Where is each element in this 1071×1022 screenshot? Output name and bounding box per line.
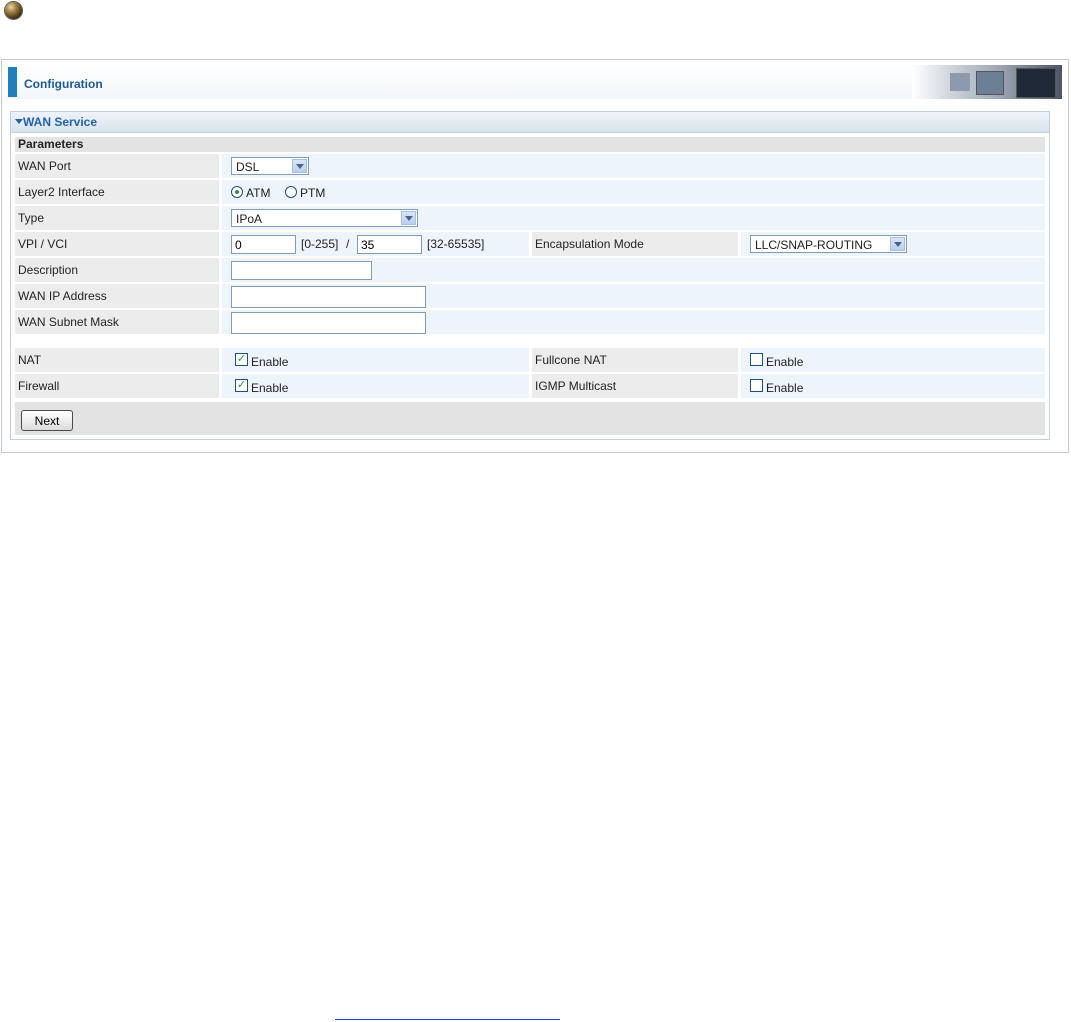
row-wan-port: WAN Port DSL (15, 154, 1045, 178)
vci-range: [32-65535] (427, 237, 485, 251)
wan-port-label: WAN Port (15, 154, 219, 178)
check-icon: ✓ (236, 379, 247, 391)
vpi-input[interactable]: 0 (231, 235, 296, 254)
igmp-enable-label: Enable (766, 381, 804, 395)
firewall-enable-label: Enable (251, 381, 289, 395)
igmp-label: IGMP Multicast (532, 374, 738, 398)
wan-ip-label: WAN IP Address (15, 284, 219, 308)
header-banner-image (912, 65, 1062, 99)
button-bar: Next (15, 402, 1045, 435)
wan-port-select[interactable]: DSL (231, 157, 309, 175)
type-cell: IPoA (222, 206, 1045, 230)
encap-label: Encapsulation Mode (532, 232, 738, 256)
wan-subnet-label: WAN Subnet Mask (15, 310, 219, 334)
description-cell (222, 258, 1045, 282)
layer2-label: Layer2 Interface (15, 180, 219, 204)
radio-ptm-label: PTM (300, 186, 326, 200)
firewall-cell: ✓ Enable (222, 374, 529, 398)
monitor-icon (1016, 68, 1056, 98)
fullcone-checkbox[interactable] (750, 353, 763, 366)
row-type: Type IPoA (15, 206, 1045, 230)
bullet-sphere-icon (5, 2, 22, 19)
type-select[interactable]: IPoA (231, 209, 418, 227)
hyperlink-underline[interactable] (335, 1019, 560, 1020)
igmp-checkbox[interactable] (750, 379, 763, 392)
fullcone-enable-label: Enable (766, 355, 804, 369)
row-description: Description (15, 258, 1045, 282)
description-input[interactable] (231, 261, 372, 280)
wan-port-cell: DSL (222, 154, 1045, 178)
encap-cell: LLC/SNAP-ROUTING (741, 232, 1045, 256)
config-header: Configuration (8, 65, 1062, 99)
row-wan-ip: WAN IP Address (15, 284, 1045, 308)
wan-ip-cell (222, 284, 1045, 308)
monitor-icon (950, 73, 970, 91)
vci-input[interactable]: 35 (357, 235, 422, 254)
wan-port-value: DSL (236, 160, 260, 174)
type-label: Type (15, 206, 219, 230)
triangle-down-icon[interactable] (15, 119, 23, 124)
check-icon: ✓ (236, 353, 247, 365)
chevron-down-icon[interactable] (890, 237, 905, 251)
vpi-vci-label: VPI / VCI (15, 232, 219, 256)
vpi-range: [0-255] (301, 237, 339, 251)
section-header[interactable]: WAN Service (11, 112, 1049, 133)
wan-service-section: WAN Service Parameters WAN Port DSL Laye… (10, 111, 1050, 440)
vpi-vci-cell: 0 [0-255] / 35 [32-65535] (222, 232, 529, 256)
nat-checkbox[interactable]: ✓ (235, 353, 248, 366)
chevron-down-icon[interactable] (401, 211, 416, 225)
header-accent-bar (8, 67, 17, 97)
row-vpi-vci: VPI / VCI 0 [0-255] / 35 [32-65535] Enca… (15, 232, 1045, 256)
chevron-down-icon[interactable] (292, 159, 307, 173)
firewall-checkbox[interactable]: ✓ (235, 379, 248, 392)
type-value: IPoA (236, 212, 263, 226)
layer2-cell: ATM PTM (222, 180, 1045, 204)
row-nat: NAT ✓ Enable Fullcone NAT Enable (15, 348, 1045, 372)
nat-label: NAT (15, 348, 219, 372)
nat-cell: ✓ Enable (222, 348, 529, 372)
fullcone-label: Fullcone NAT (532, 348, 738, 372)
row-firewall: Firewall ✓ Enable IGMP Multicast Enable (15, 374, 1045, 398)
firewall-label: Firewall (15, 374, 219, 398)
encap-value: LLC/SNAP-ROUTING (755, 238, 873, 252)
encapsulation-select[interactable]: LLC/SNAP-ROUTING (750, 235, 907, 253)
parameters-heading: Parameters (15, 137, 1045, 152)
radio-atm[interactable] (231, 186, 243, 198)
nat-enable-label: Enable (251, 355, 289, 369)
monitor-icon (976, 71, 1004, 95)
row-wan-subnet: WAN Subnet Mask (15, 310, 1045, 334)
wan-ip-input[interactable] (231, 286, 426, 308)
wan-subnet-input[interactable] (231, 312, 426, 334)
fullcone-cell: Enable (741, 348, 1045, 372)
igmp-cell: Enable (741, 374, 1045, 398)
page-title: Configuration (24, 77, 103, 91)
radio-atm-label: ATM (246, 186, 271, 200)
description-label: Description (15, 258, 219, 282)
wan-subnet-cell (222, 310, 1045, 334)
configuration-panel: Configuration WAN Service Parameters WAN… (1, 59, 1069, 453)
section-title[interactable]: WAN Service (23, 115, 97, 129)
vpi-vci-separator: / (346, 237, 350, 251)
next-button[interactable]: Next (21, 410, 73, 431)
radio-ptm[interactable] (285, 186, 297, 198)
row-layer2-interface: Layer2 Interface ATM PTM (15, 180, 1045, 204)
